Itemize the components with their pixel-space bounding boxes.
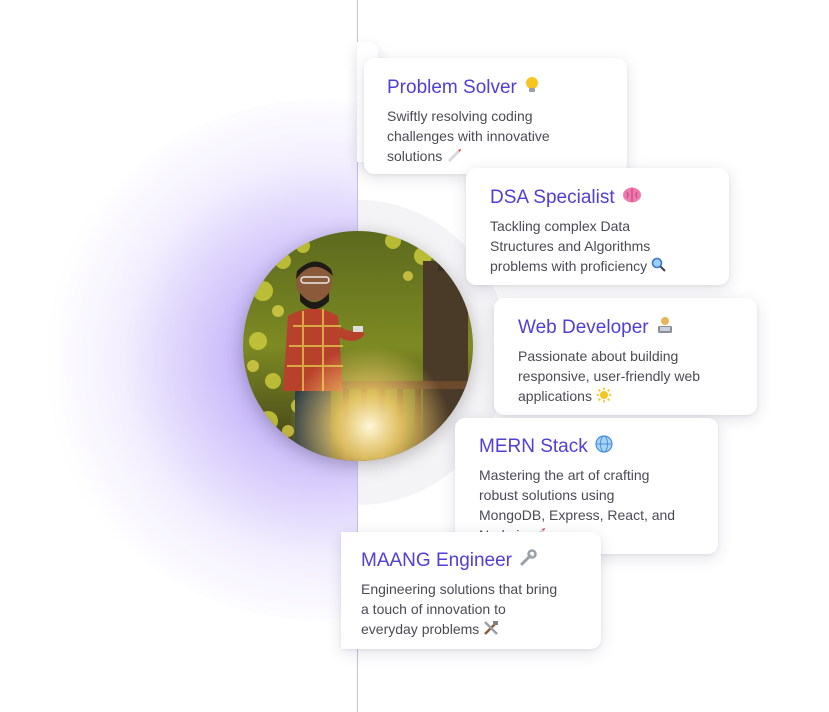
- card-maang-engineer[interactable]: MAANG Engineer Engineering solutions tha…: [341, 532, 601, 649]
- card-title: DSA Specialist: [490, 186, 709, 210]
- lightbulb-icon: [524, 76, 540, 100]
- magnifier-icon: [651, 257, 666, 277]
- card-dsa-specialist[interactable]: DSA Specialist Tackling complex Data Str…: [466, 168, 729, 285]
- card-description: Swiftly resolving coding challenges with…: [387, 106, 607, 167]
- profile-avatar: [243, 231, 473, 461]
- card-title: MERN Stack: [479, 435, 700, 459]
- wrench-icon: [519, 549, 537, 573]
- card-description: Passionate about building responsive, us…: [518, 346, 739, 408]
- sun-icon: [596, 387, 612, 408]
- tools-icon: [483, 620, 499, 641]
- technologist-icon: [656, 316, 674, 340]
- card-description: Tackling complex Data Structures and Alg…: [490, 216, 709, 277]
- rocket-icon: [446, 147, 462, 167]
- brain-icon: [622, 186, 642, 210]
- profile-photo: [243, 231, 473, 461]
- card-title: MAANG Engineer: [361, 549, 583, 573]
- card-description: Engineering solutions that bring a touch…: [361, 579, 583, 641]
- globe-icon: [595, 435, 613, 459]
- card-web-developer[interactable]: Web Developer Passionate about building …: [494, 298, 757, 415]
- card-title: Problem Solver: [387, 76, 607, 100]
- card-title: Web Developer: [518, 316, 739, 340]
- card-problem-solver[interactable]: Problem Solver Swiftly resolving coding …: [364, 58, 627, 174]
